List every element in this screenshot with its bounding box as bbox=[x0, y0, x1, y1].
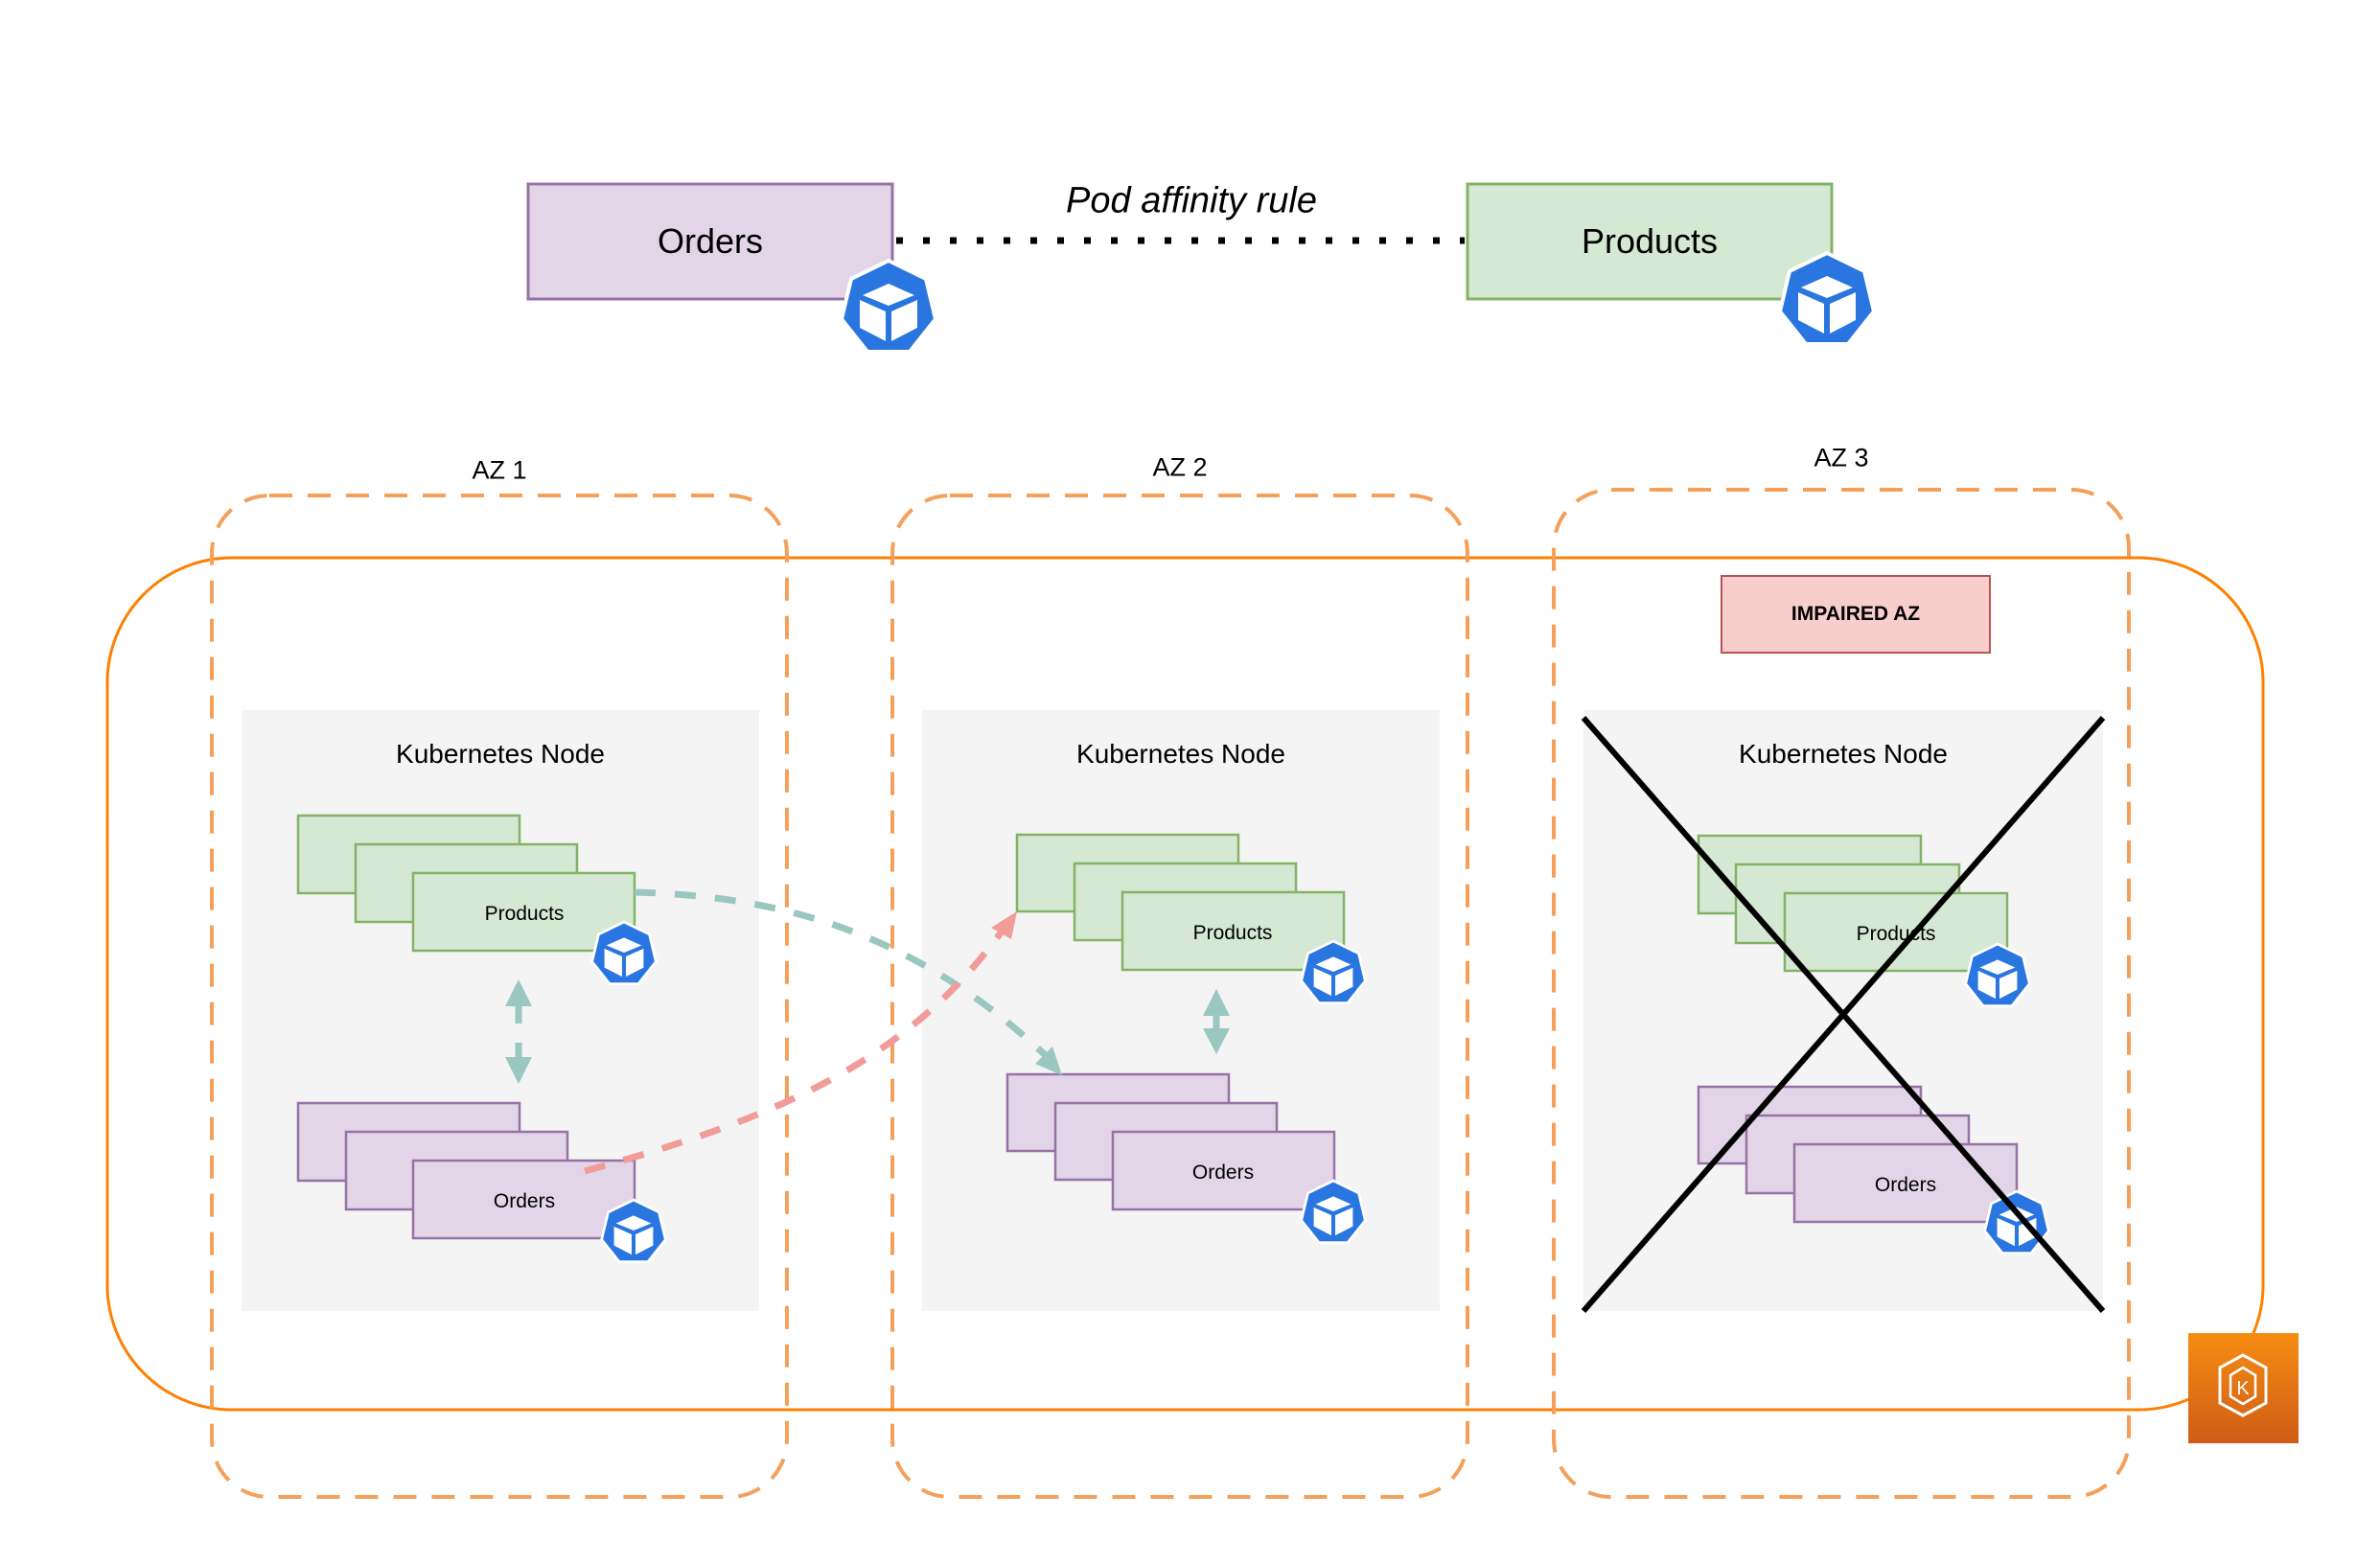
az2-products-label: Products bbox=[1192, 922, 1273, 944]
diagram-canvas: K bbox=[105, 182, 2299, 1499]
amazon-eks-icon: K bbox=[2188, 1333, 2299, 1443]
az1-label: AZ 1 bbox=[472, 455, 527, 485]
az3-node-label: Kubernetes Node bbox=[1739, 739, 1948, 769]
svg-text:K: K bbox=[2236, 1378, 2250, 1399]
az1-node-label: Kubernetes Node bbox=[396, 739, 605, 769]
az1-orders-label: Orders bbox=[493, 1190, 556, 1212]
az2-node-label: Kubernetes Node bbox=[1076, 739, 1285, 769]
legend-products-label: Products bbox=[1581, 221, 1719, 261]
legend-orders-label: Orders bbox=[657, 221, 764, 261]
az3-orders-label: Orders bbox=[1874, 1174, 1937, 1196]
impaired-az-label: IMPAIRED AZ bbox=[1791, 603, 1921, 625]
affinity-rule-title: Pod affinity rule bbox=[1066, 180, 1317, 221]
az2-label: AZ 2 bbox=[1152, 452, 1208, 482]
az3-products-label: Products bbox=[1856, 923, 1936, 945]
az3-label: AZ 3 bbox=[1814, 443, 1869, 472]
az2-orders-label: Orders bbox=[1191, 1162, 1255, 1184]
az1-products-label: Products bbox=[484, 903, 565, 925]
